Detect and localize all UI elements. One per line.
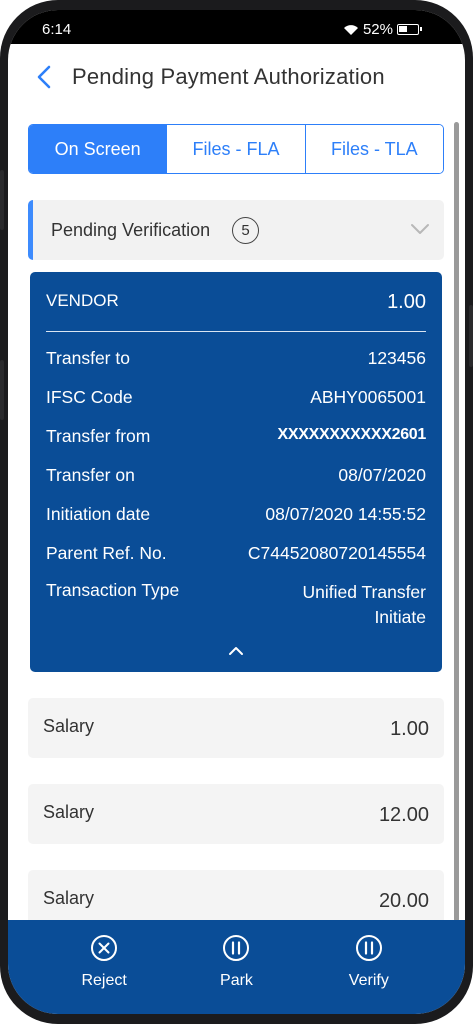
pause-icon xyxy=(355,935,382,961)
page-title: Pending Payment Authorization xyxy=(72,64,385,89)
detail-row: Transfer from XXXXXXXXXXX2601 xyxy=(46,426,426,447)
detail-value: ABHY0065001 xyxy=(310,387,426,407)
volume-button xyxy=(0,360,4,420)
header: Pending Payment Authorization xyxy=(8,44,465,114)
status-time: 6:14 xyxy=(42,21,72,38)
tab-on-screen[interactable]: On Screen xyxy=(29,125,167,173)
phone-frame: 6:14 52% Pending Payment Authorization O… xyxy=(0,0,473,1024)
tab-files-fla[interactable]: Files - FLA xyxy=(166,125,305,173)
detail-value: 08/07/2020 14:55:52 xyxy=(265,504,426,524)
detail-label: Parent Ref. No. xyxy=(46,543,167,563)
detail-value-line: Initiate xyxy=(374,607,426,627)
chevron-down-icon xyxy=(411,224,429,234)
list-item-amount: 20.00 xyxy=(378,890,429,912)
detail-value-line: Unified Transfer xyxy=(302,582,426,602)
list-item[interactable]: Salary 12.00 xyxy=(28,784,444,844)
detail-row: IFSC Code ABHY0065001 xyxy=(46,387,426,408)
chevron-up-icon[interactable] xyxy=(228,646,244,656)
detail-label: Transaction Type xyxy=(46,580,180,600)
detail-value: 123456 xyxy=(367,348,426,368)
detail-value: C74452080720145554 xyxy=(247,543,426,563)
vendor-amount: 1.00 xyxy=(387,291,426,313)
pending-verification-dropdown[interactable]: Pending Verification 5 xyxy=(28,200,444,260)
vendor-label: VENDOR xyxy=(46,291,119,310)
park-button[interactable]: Park xyxy=(186,920,286,1014)
detail-row: Initiation date 08/07/2020 14:55:52 xyxy=(46,504,426,525)
detail-label: Initiation date xyxy=(46,504,151,524)
detail-row: Parent Ref. No. C74452080720145554 xyxy=(46,543,426,564)
verify-label: Verify xyxy=(348,972,389,989)
reject-icon xyxy=(91,935,118,961)
detail-value: 08/07/2020 xyxy=(338,465,426,485)
pending-label: Pending Verification xyxy=(51,220,211,240)
back-arrow-icon[interactable] xyxy=(34,64,56,90)
segmented-tabs: On Screen Files - FLA Files - TLA xyxy=(28,124,444,174)
list-item-amount: 12.00 xyxy=(378,804,429,826)
verify-button[interactable]: Verify xyxy=(319,920,419,1014)
status-icons: 52% xyxy=(343,21,422,38)
detail-row: Transaction Type Unified Transfer Initia… xyxy=(46,580,426,630)
tab-files-tla[interactable]: Files - TLA xyxy=(304,125,443,173)
battery-percent: 52% xyxy=(362,21,393,38)
park-label: Park xyxy=(220,972,253,989)
detail-value: XXXXXXXXXXX2601 xyxy=(277,426,427,443)
scrollbar[interactable] xyxy=(454,122,459,922)
list-item-label: Salary xyxy=(43,888,95,908)
list-item[interactable]: Salary 1.00 xyxy=(28,698,444,758)
detail-label: Transfer from xyxy=(46,426,151,446)
reject-button[interactable]: Reject xyxy=(54,920,154,1014)
detail-label: IFSC Code xyxy=(46,387,133,407)
detail-row: Transfer to 123456 xyxy=(46,348,426,369)
detail-label: Transfer to xyxy=(46,348,130,368)
list-item-label: Salary xyxy=(43,802,95,822)
list-item-amount: 1.00 xyxy=(390,718,429,740)
count-badge: 5 xyxy=(232,217,259,244)
reject-label: Reject xyxy=(81,972,127,989)
detail-value: Unified Transfer Initiate xyxy=(302,580,426,630)
power-button xyxy=(469,305,473,367)
status-bar: 6:14 52% xyxy=(8,10,465,44)
transaction-detail-card[interactable]: VENDOR 1.00 Transfer to 123456 IFSC Code… xyxy=(30,272,442,672)
card-header: VENDOR 1.00 xyxy=(46,288,426,332)
pause-icon xyxy=(223,935,250,961)
wifi-icon xyxy=(343,24,358,35)
action-bar: Reject Park Verify xyxy=(8,920,465,1014)
volume-button xyxy=(0,170,4,230)
detail-row: Transfer on 08/07/2020 xyxy=(46,465,426,486)
battery-icon xyxy=(397,24,422,35)
list-item-label: Salary xyxy=(43,716,95,736)
detail-label: Transfer on xyxy=(46,465,135,485)
screen: 6:14 52% Pending Payment Authorization O… xyxy=(8,10,465,1014)
